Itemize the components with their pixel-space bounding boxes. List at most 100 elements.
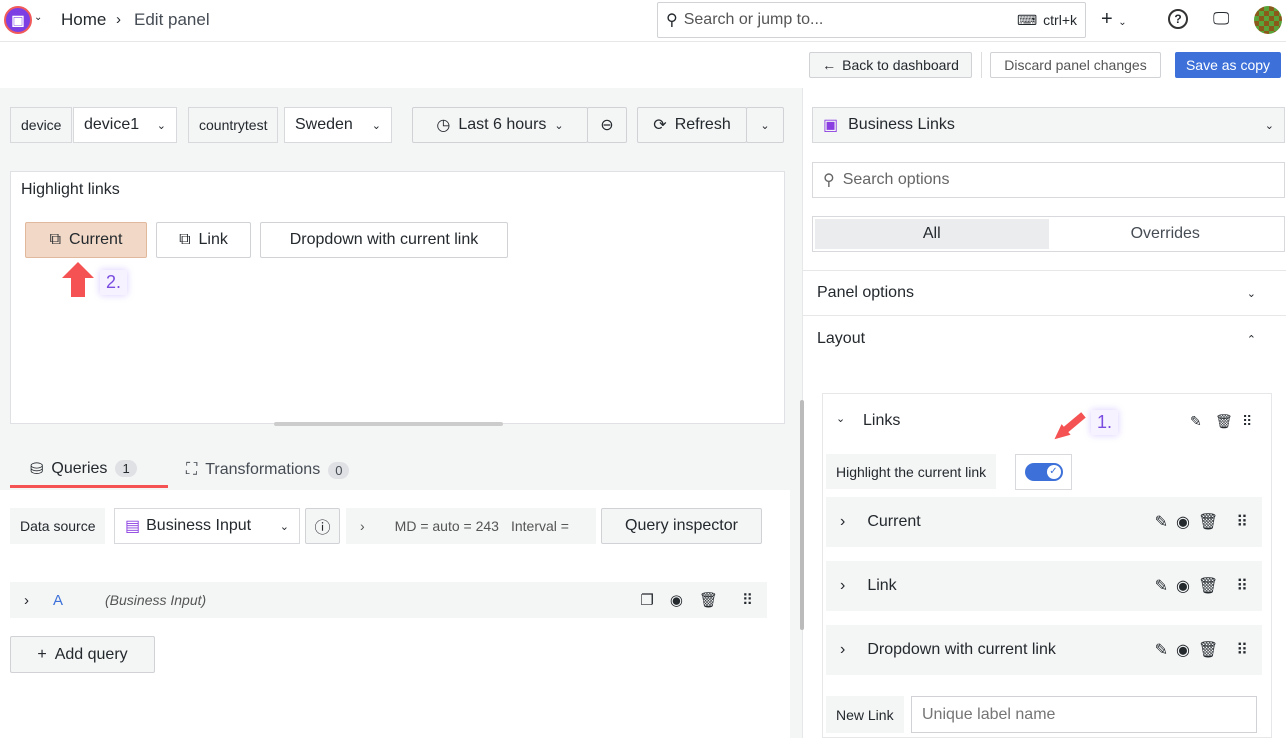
external-link-icon: ⧉ xyxy=(49,231,62,248)
panel-title: Highlight links xyxy=(21,181,120,198)
chevron-right-icon[interactable]: › xyxy=(24,592,29,609)
trash-icon: 🗑 xyxy=(1197,578,1219,595)
scrollbar[interactable] xyxy=(800,400,804,630)
chevron-down-icon: ⌄ xyxy=(1246,287,1256,300)
drag-handle-icon[interactable]: ⠿ xyxy=(1242,413,1252,430)
database-icon: ⛁ xyxy=(30,460,44,478)
breadcrumb-separator: › xyxy=(116,11,121,28)
panel-splitter[interactable] xyxy=(274,422,503,426)
search-icon: ⚲ xyxy=(823,172,835,189)
query-options[interactable]: › MD = auto = 243 Interval = xyxy=(346,508,596,544)
breadcrumb-current: Edit panel xyxy=(134,10,210,29)
datasource-label: Data source xyxy=(10,508,106,544)
query-inspector-button[interactable]: Query inspector xyxy=(601,508,762,544)
edit-icon: ✎ xyxy=(1154,642,1168,659)
link-item-dropdown[interactable]: › Dropdown with current link ✎ ◉ 🗑 ⠿ xyxy=(826,625,1262,675)
grafana-logo[interactable]: ▣ xyxy=(4,6,32,34)
search-options-input[interactable]: ⚲ Search options xyxy=(812,162,1285,198)
zoom-out-icon: ⊖ xyxy=(600,117,614,134)
edit-icon[interactable]: ✎ xyxy=(1190,413,1202,430)
eye-icon: ◉ xyxy=(1176,642,1190,659)
link-button-current[interactable]: ⧉ Current xyxy=(25,222,147,258)
tab-all[interactable]: All xyxy=(815,219,1049,249)
chevron-right-icon: › xyxy=(840,641,846,658)
trash-icon[interactable]: 🗑 xyxy=(1215,413,1233,430)
business-links-icon: ▣ xyxy=(823,117,839,134)
variable-device-label: device xyxy=(10,107,73,143)
highlight-current-link-toggle[interactable]: ✓ xyxy=(1015,454,1072,490)
chevron-down-icon: ⌄ xyxy=(156,119,166,132)
chevron-right-icon: › xyxy=(840,577,846,594)
variable-countrytest-select[interactable]: Sweden ⌄ xyxy=(284,107,392,143)
drag-handle-icon: ⠿ xyxy=(1236,514,1248,531)
new-link-label: New Link xyxy=(826,696,904,733)
search-placeholder: Search or jump to... xyxy=(683,11,824,28)
plus-icon: + xyxy=(37,645,47,663)
help-icon[interactable]: ? xyxy=(1168,9,1188,29)
time-range-picker[interactable]: ◷ Last 6 hours ⌄ xyxy=(412,107,588,143)
chevron-down-icon[interactable]: ⌄ xyxy=(836,412,845,425)
discard-changes-button[interactable]: Discard panel changes xyxy=(990,52,1161,78)
drag-handle-icon[interactable]: ⠿ xyxy=(742,591,753,609)
tab-transformations[interactable]: ⛶ Transformations 0 xyxy=(186,452,350,488)
eye-icon: ◉ xyxy=(1176,514,1190,531)
add-query-button[interactable]: + Add query xyxy=(10,636,155,673)
tab-overrides[interactable]: Overrides xyxy=(1049,219,1283,249)
new-link-input[interactable] xyxy=(911,696,1257,733)
business-input-icon: ▤ xyxy=(125,518,141,535)
divider xyxy=(981,52,982,78)
chevron-right-icon: › xyxy=(840,513,846,530)
variable-device-select[interactable]: device1 ⌄ xyxy=(73,107,177,143)
search-icon: ⚲ xyxy=(666,12,678,29)
refresh-button[interactable]: ⟳ Refresh xyxy=(637,107,747,143)
link-item-current[interactable]: › Current ✎ ◉ 🗑 ⠿ xyxy=(826,497,1262,547)
arrow-left-icon: ← xyxy=(822,57,837,73)
datasource-help-button[interactable]: ⓘ xyxy=(305,508,340,544)
arrow-up-annotation-stem xyxy=(71,277,85,297)
query-ref[interactable]: A xyxy=(53,592,63,609)
annotation-2: 2. xyxy=(100,270,128,295)
trash-icon: 🗑 xyxy=(1197,514,1219,531)
refresh-icon: ⟳ xyxy=(653,117,667,134)
trash-icon[interactable]: 🗑 xyxy=(699,591,718,609)
links-title: Links xyxy=(863,412,901,429)
external-link-icon: ⧉ xyxy=(179,231,191,248)
help-icon: ⓘ xyxy=(314,520,331,537)
variable-countrytest-label: countrytest xyxy=(188,107,279,143)
eye-icon[interactable]: ◉ xyxy=(670,591,683,609)
chevron-down-icon: ⌄ xyxy=(371,119,381,132)
zoom-out-button[interactable]: ⊖ xyxy=(587,107,627,143)
section-panel-options[interactable]: Panel options ⌄ xyxy=(803,270,1286,316)
duplicate-icon[interactable]: ❐ xyxy=(640,591,653,609)
highlight-current-link-label: Highlight the current link xyxy=(826,454,997,489)
breadcrumb-home[interactable]: Home xyxy=(61,10,106,30)
visualization-picker[interactable]: ▣ Business Links ⌄ xyxy=(812,107,1285,143)
refresh-interval-dropdown[interactable]: ⌄ xyxy=(746,107,784,143)
search-bar[interactable]: ⚲ Search or jump to... ⌨ ctrl+k xyxy=(657,2,1086,38)
tab-queries[interactable]: ⛁ Queries 1 xyxy=(10,452,168,488)
transform-icon: ⛶ xyxy=(186,461,198,478)
save-as-copy-button[interactable]: Save as copy xyxy=(1175,52,1281,78)
section-layout[interactable]: Layout ⌃ xyxy=(803,316,1286,362)
link-button-link[interactable]: ⧉ Link xyxy=(156,222,251,258)
query-row-a[interactable]: › A (Business Input) ❐ ◉ 🗑 ⠿ xyxy=(10,582,767,618)
kiosk-icon[interactable]: 🖵 xyxy=(1213,9,1229,29)
check-icon: ✓ xyxy=(1046,465,1061,479)
drag-handle-icon: ⠿ xyxy=(1236,642,1248,659)
keyboard-icon: ⌨ xyxy=(1016,11,1038,28)
add-new-icon[interactable]: + ⌄ xyxy=(1101,8,1127,31)
drag-handle-icon: ⠿ xyxy=(1236,578,1248,595)
clock-icon: ◷ xyxy=(436,117,451,134)
chevron-right-icon: › xyxy=(360,518,365,534)
link-item-link[interactable]: › Link ✎ ◉ 🗑 ⠿ xyxy=(826,561,1262,611)
chevron-up-icon: ⌃ xyxy=(1246,333,1256,346)
chevron-down-icon[interactable]: ⌄ xyxy=(34,12,42,23)
link-button-dropdown[interactable]: Dropdown with current link xyxy=(260,222,508,258)
avatar[interactable] xyxy=(1254,6,1282,34)
options-tabs: All Overrides xyxy=(812,216,1285,252)
edit-icon: ✎ xyxy=(1154,514,1168,531)
top-bar: ▣ ⌄ Home › Edit panel ⚲ Search or jump t… xyxy=(0,0,1286,42)
panel-preview: Highlight links xyxy=(10,171,785,424)
datasource-picker[interactable]: ▤ Business Input ⌄ xyxy=(114,508,300,544)
back-to-dashboard-button[interactable]: ← Back to dashboard xyxy=(809,52,972,78)
